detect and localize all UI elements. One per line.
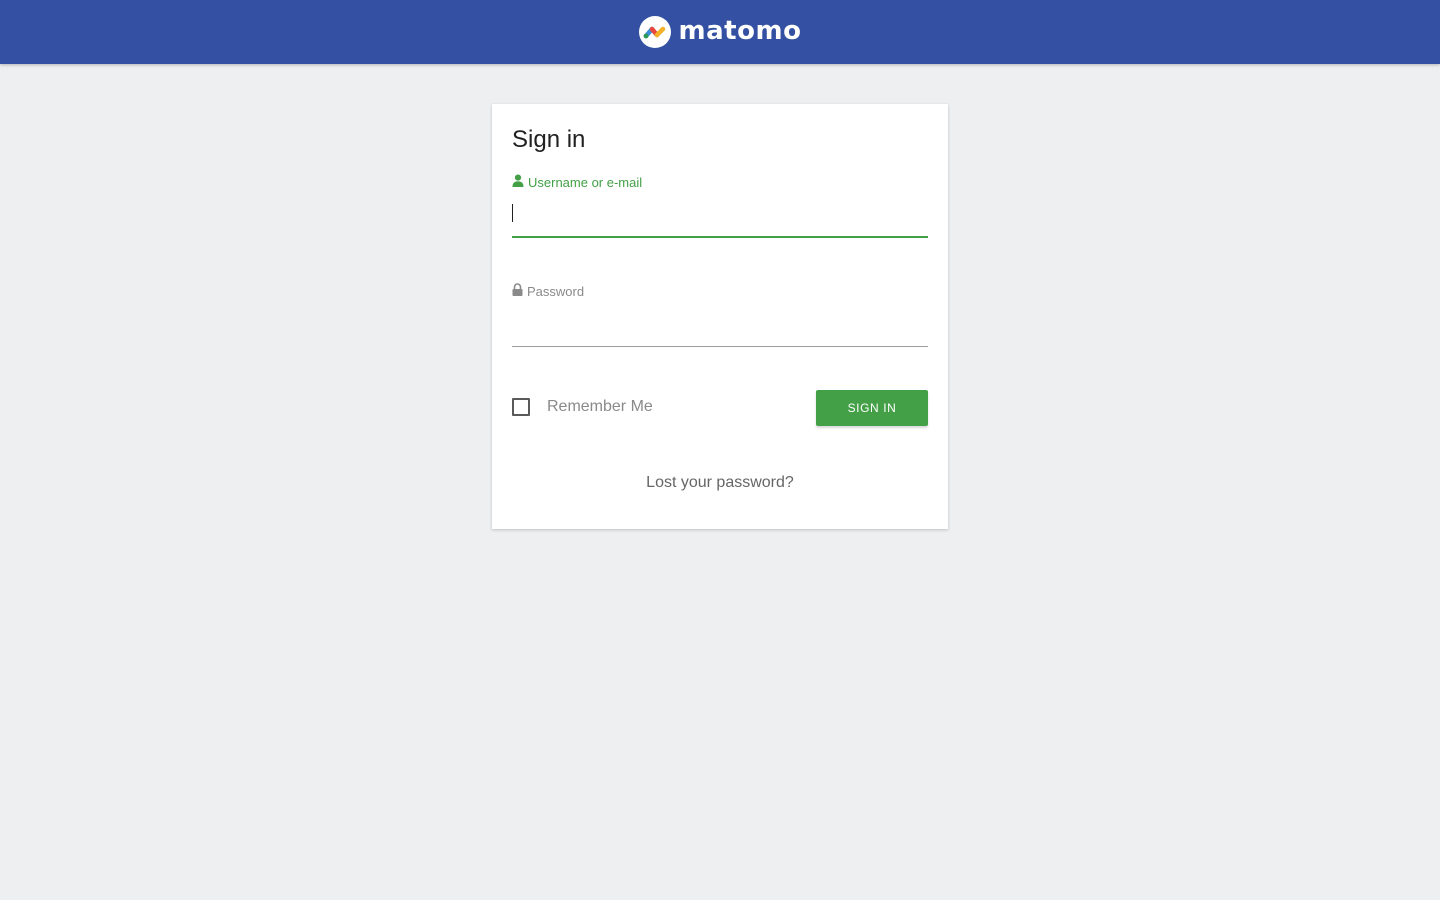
password-label-text: Password	[527, 283, 585, 299]
brand-name: matomo	[678, 15, 802, 46]
remember-me-label[interactable]: Remember Me	[547, 398, 653, 416]
matomo-logo-icon	[638, 16, 671, 48]
username-field: Username or e-mail	[512, 174, 928, 238]
lost-password-link[interactable]: Lost your password?	[492, 474, 948, 492]
username-input[interactable]	[512, 190, 928, 238]
text-caret	[512, 204, 513, 222]
matomo-logo[interactable]: matomo	[638, 15, 802, 48]
checkbox-box[interactable]	[512, 398, 530, 416]
login-title: Sign in	[512, 126, 586, 153]
login-card: Sign in Username or e-mail Password Reme…	[492, 104, 948, 529]
remember-me-checkbox[interactable]: Remember Me	[512, 398, 653, 416]
user-icon	[512, 174, 524, 190]
top-bar: matomo	[0, 0, 1440, 64]
password-input[interactable]	[512, 299, 928, 347]
username-label-text: Username or e-mail	[528, 174, 643, 190]
password-label: Password	[512, 283, 928, 299]
password-field: Password	[512, 283, 928, 347]
lock-icon	[512, 283, 523, 299]
sign-in-button[interactable]: SIGN IN	[816, 390, 928, 426]
username-label: Username or e-mail	[512, 174, 928, 190]
